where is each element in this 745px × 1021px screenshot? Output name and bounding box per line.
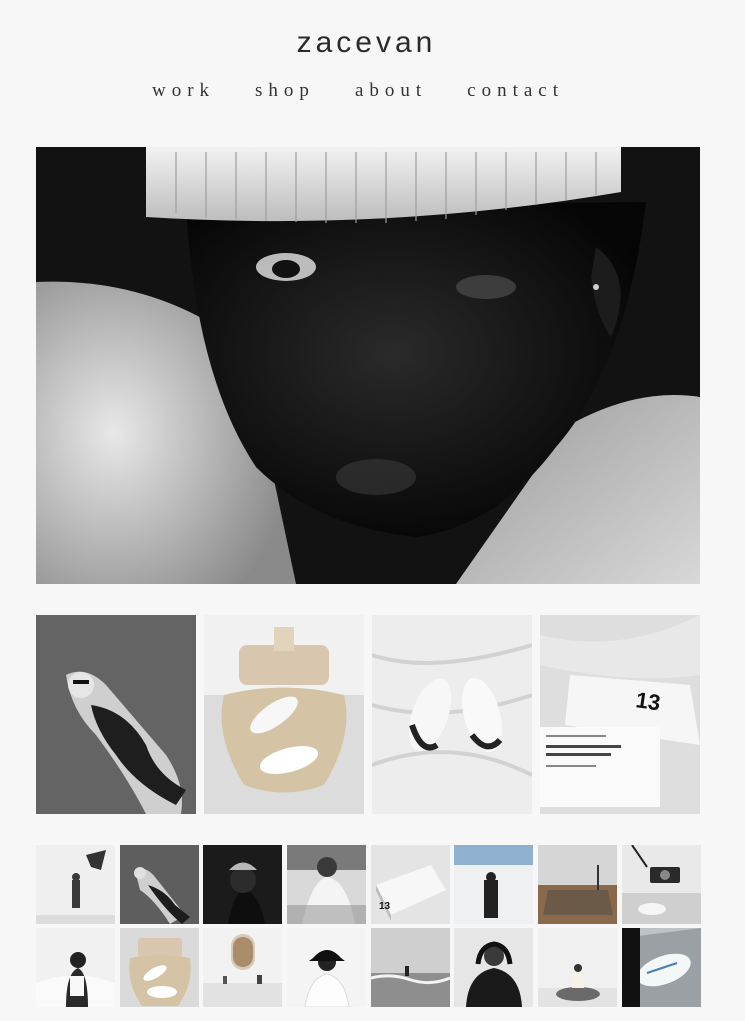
thumbnail-grid: 13 bbox=[36, 845, 701, 1007]
thumbnail-15[interactable] bbox=[538, 928, 618, 1007]
site-logo[interactable]: zacevan bbox=[0, 26, 733, 60]
nav-contact-link[interactable]: contact bbox=[467, 80, 564, 102]
hero-image[interactable] bbox=[36, 147, 700, 584]
thumbnail-12[interactable] bbox=[287, 928, 367, 1007]
thumbnail-6[interactable] bbox=[454, 845, 534, 924]
featured-row: 13 bbox=[36, 615, 700, 814]
featured-image-2[interactable] bbox=[204, 615, 364, 814]
thumbnail-3[interactable] bbox=[203, 845, 283, 924]
thumbnail-14[interactable] bbox=[454, 928, 534, 1007]
thumbnail-4[interactable] bbox=[287, 845, 367, 924]
thumbnail-1[interactable] bbox=[36, 845, 115, 924]
thumbnail-11[interactable] bbox=[203, 928, 283, 1007]
featured-image-4[interactable]: 13 bbox=[540, 615, 700, 814]
thumbnail-16[interactable] bbox=[621, 928, 701, 1007]
featured-image-1[interactable] bbox=[36, 615, 196, 814]
main-nav: work shop about contact bbox=[0, 80, 716, 102]
thumbnail-9[interactable] bbox=[36, 928, 115, 1007]
thumbnail-7[interactable] bbox=[538, 845, 618, 924]
thumbnail-2[interactable] bbox=[119, 845, 199, 924]
thumbnail-8[interactable] bbox=[621, 845, 701, 924]
featured-image-3[interactable] bbox=[372, 615, 532, 814]
nav-about-link[interactable]: about bbox=[355, 80, 427, 102]
nav-work-link[interactable]: work bbox=[152, 80, 215, 102]
thumbnail-13[interactable] bbox=[370, 928, 450, 1007]
thumbnail-5[interactable]: 13 bbox=[370, 845, 450, 924]
nav-shop-link[interactable]: shop bbox=[255, 80, 315, 102]
svg-text:13: 13 bbox=[634, 687, 662, 715]
svg-text:13: 13 bbox=[379, 901, 391, 912]
thumbnail-10[interactable] bbox=[119, 928, 199, 1007]
